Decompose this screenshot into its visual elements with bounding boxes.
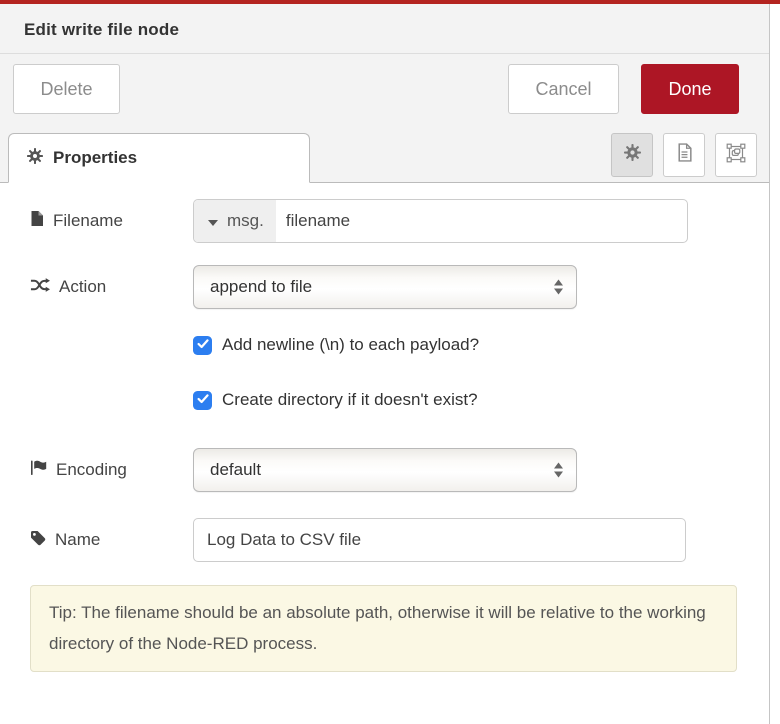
editor-toolbar (611, 133, 757, 177)
encoding-select-value: default (210, 460, 261, 480)
appearance-button[interactable] (715, 133, 757, 177)
filename-label: Filename (53, 211, 123, 231)
name-label: Name (55, 530, 100, 550)
action-label-group: Action (30, 277, 193, 298)
typed-input-prefix: msg. (227, 211, 264, 231)
dialog-title: Edit write file node (24, 20, 745, 40)
select-stepper-icon (554, 463, 563, 478)
filename-row: Filename msg. (30, 199, 739, 243)
typed-input-type-button[interactable]: msg. (194, 200, 276, 242)
encoding-row: Encoding default (30, 448, 739, 492)
newline-checkbox[interactable] (193, 336, 212, 355)
action-select-value: append to file (210, 277, 312, 297)
appearance-icon (726, 143, 746, 168)
description-button[interactable] (663, 133, 705, 177)
name-label-group: Name (30, 530, 193, 551)
name-input[interactable] (193, 518, 686, 562)
newline-checkbox-label[interactable]: Add newline (\n) to each payload? (222, 335, 479, 355)
filename-input[interactable] (286, 211, 687, 231)
done-button[interactable]: Done (641, 64, 739, 114)
encoding-label-group: Encoding (30, 459, 193, 481)
newline-checkbox-row: Add newline (\n) to each payload? (193, 335, 739, 355)
select-stepper-icon (554, 280, 563, 295)
properties-gear-button[interactable] (611, 133, 653, 177)
delete-button[interactable]: Delete (13, 64, 120, 114)
filename-label-group: Filename (30, 210, 193, 232)
caret-down-icon (208, 211, 218, 231)
tab-properties[interactable]: Properties (8, 133, 310, 183)
mkdir-checkbox-row: Create directory if it doesn't exist? (193, 390, 739, 410)
document-icon (676, 143, 693, 167)
form-tip: Tip: The filename should be an absolute … (30, 585, 737, 672)
tab-properties-label: Properties (53, 148, 137, 168)
checkmark-icon (197, 336, 209, 354)
tag-icon (30, 530, 46, 551)
properties-form: Filename msg. (0, 183, 769, 672)
mkdir-checkbox[interactable] (193, 391, 212, 410)
dialog-button-bar: Delete Cancel Done (0, 54, 769, 127)
checkmark-icon (197, 391, 209, 409)
edit-dialog: Edit write file node Delete Cancel Done (0, 4, 770, 724)
action-label: Action (59, 277, 106, 297)
action-row: Action append to file (30, 265, 739, 309)
filename-input-wrap (276, 200, 687, 242)
encoding-select[interactable]: default (193, 448, 577, 492)
gear-icon (624, 144, 641, 166)
cancel-button[interactable]: Cancel (508, 64, 619, 114)
dialog-header: Edit write file node (0, 4, 769, 54)
file-icon (30, 210, 44, 232)
filename-typed-input: msg. (193, 199, 688, 243)
action-select[interactable]: append to file (193, 265, 577, 309)
name-row: Name (30, 518, 739, 562)
tab-bar: Properties (0, 127, 769, 183)
shuffle-icon (30, 277, 50, 298)
flag-icon (30, 459, 47, 481)
encoding-label: Encoding (56, 460, 127, 480)
mkdir-checkbox-label[interactable]: Create directory if it doesn't exist? (222, 390, 478, 410)
gear-icon (27, 148, 43, 169)
